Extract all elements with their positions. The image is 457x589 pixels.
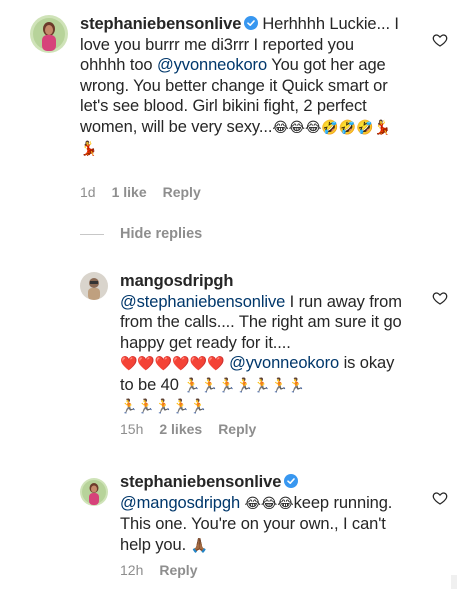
pray-emoji: 🙏🏾 bbox=[190, 537, 208, 554]
verified-badge-icon bbox=[284, 474, 299, 488]
mention-link[interactable]: @mangosdripgh bbox=[120, 494, 240, 512]
timestamp: 1d bbox=[80, 184, 96, 200]
like-count[interactable]: 2 likes bbox=[159, 421, 202, 437]
comment-meta: 15h 2 likes Reply bbox=[120, 421, 256, 437]
timestamp: 15h bbox=[120, 421, 144, 437]
timestamp: 12h bbox=[120, 562, 144, 578]
comment-meta: 1d 1 like Reply bbox=[80, 184, 201, 200]
avatar[interactable] bbox=[30, 15, 68, 53]
avatar-image bbox=[30, 15, 68, 53]
like-heart-icon[interactable] bbox=[432, 32, 448, 48]
comment-text: stephaniebensonlive Herhhhh Luckie... I l… bbox=[80, 14, 400, 160]
runner-emoji: 🏃🏃🏃🏃🏃🏃🏃 bbox=[183, 377, 306, 394]
username[interactable]: stephaniebensonlive bbox=[80, 15, 241, 33]
reply-button[interactable]: Reply bbox=[163, 184, 201, 200]
runner-emoji: 🏃🏃🏃🏃🏃 bbox=[120, 399, 208, 415]
comment-meta: 12h Reply bbox=[120, 562, 197, 578]
username[interactable]: stephaniebensonlive bbox=[120, 473, 281, 491]
like-count[interactable]: 1 like bbox=[112, 184, 147, 200]
avatar-image bbox=[80, 272, 108, 300]
avatar[interactable] bbox=[80, 478, 108, 506]
emoji-sequence: 😂😂😂 bbox=[244, 495, 294, 512]
like-heart-icon[interactable] bbox=[432, 490, 448, 506]
hearts-emoji: ❤️❤️❤️❤️❤️❤️ bbox=[120, 356, 225, 372]
avatar[interactable] bbox=[80, 272, 108, 300]
mention-link[interactable]: @yvonneokoro bbox=[229, 354, 339, 372]
reply-button[interactable]: Reply bbox=[159, 562, 197, 578]
username[interactable]: mangosdripgh bbox=[120, 272, 233, 290]
like-heart-icon[interactable] bbox=[432, 290, 448, 306]
avatar-image bbox=[80, 478, 108, 506]
comment-text: stephaniebensonlive @mangosdripgh 😂😂😂kee… bbox=[120, 472, 410, 556]
divider-line bbox=[80, 233, 104, 235]
scrollbar-edge bbox=[451, 575, 457, 589]
mention-link[interactable]: @yvonneokoro bbox=[157, 56, 267, 74]
hide-replies-label: Hide replies bbox=[120, 226, 203, 242]
comment-text: mangosdripgh @stephaniebensonlive I run … bbox=[120, 271, 410, 418]
mention-link[interactable]: @stephaniebensonlive bbox=[120, 293, 285, 311]
verified-badge-icon bbox=[244, 16, 259, 30]
hide-replies-toggle[interactable]: Hide replies bbox=[80, 226, 202, 242]
reply-button[interactable]: Reply bbox=[218, 421, 256, 437]
